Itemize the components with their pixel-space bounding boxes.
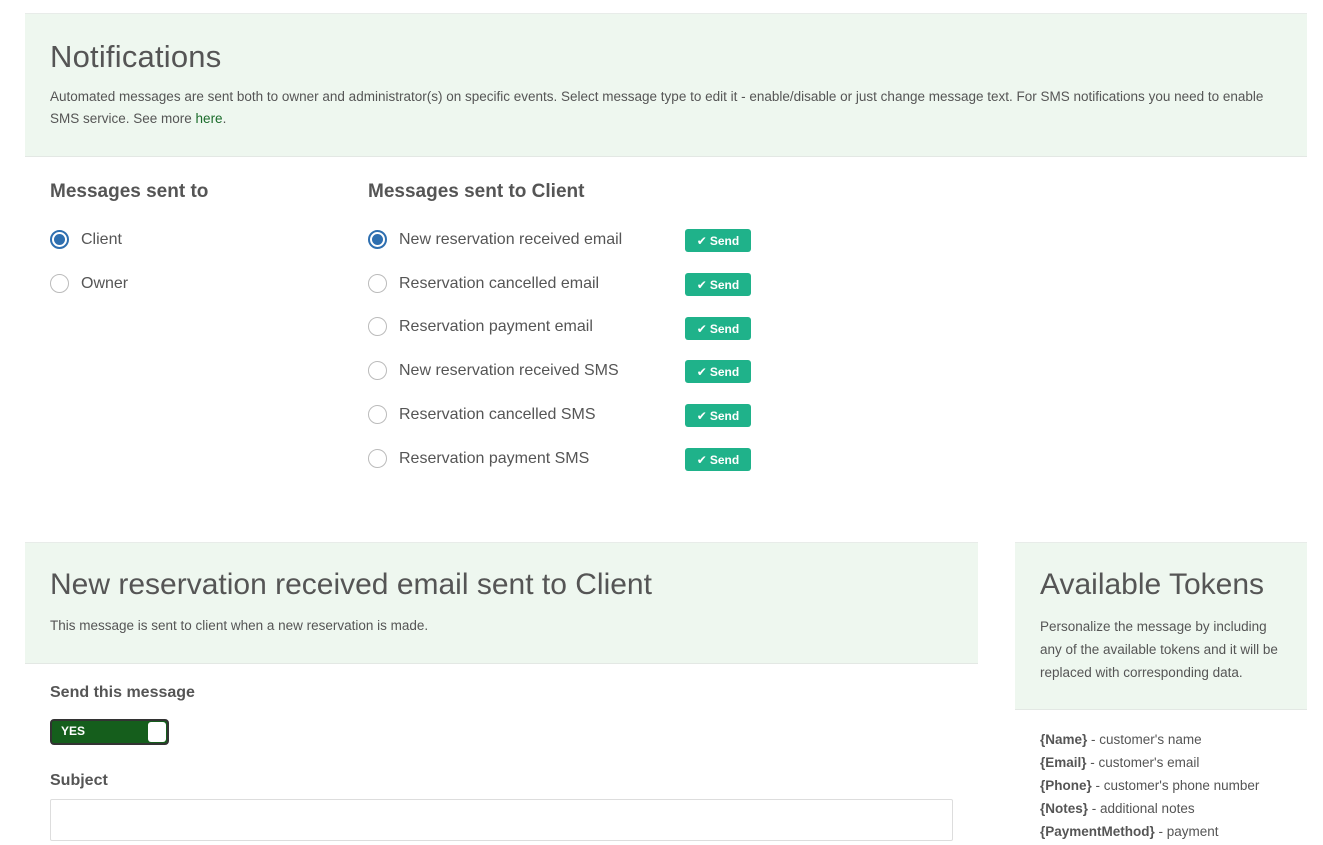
toggle-value: YES <box>61 724 86 738</box>
description-text: Automated messages are sent both to owne… <box>50 89 1264 126</box>
check-icon: ✔ <box>696 277 707 292</box>
send-status-badge: ✔ Send <box>685 360 751 383</box>
description-end: . <box>222 111 227 126</box>
badge-label: Send <box>709 408 740 423</box>
recipients-heading: Messages sent to <box>50 181 209 202</box>
notifications-header-panel: Notifications Automated messages are sen… <box>25 13 1307 157</box>
token-name: {PaymentMethod} <box>1040 824 1155 839</box>
radio-unselected-icon[interactable] <box>368 449 387 468</box>
radio-unselected-icon[interactable] <box>368 274 387 293</box>
send-status-badge: ✔ Send <box>685 404 751 427</box>
token-item: {Phone} - customer's phone number <box>1040 776 1259 799</box>
message-editor-header: New reservation received email sent to C… <box>25 542 978 664</box>
check-icon: ✔ <box>696 321 707 336</box>
token-item: {Email} - customer's email <box>1040 753 1259 776</box>
message-option-new-reservation-email[interactable]: New reservation received email <box>368 230 622 249</box>
recipient-label: Client <box>81 230 122 248</box>
badge-label: Send <box>709 233 740 248</box>
token-desc: - customer's name <box>1087 732 1202 747</box>
editor-description: This message is sent to client when a ne… <box>50 618 429 633</box>
token-desc: - customer's phone number <box>1091 778 1260 793</box>
send-status-badge: ✔ Send <box>685 448 751 471</box>
token-desc: - payment <box>1154 824 1219 839</box>
message-option-reservation-cancelled-sms[interactable]: Reservation cancelled SMS <box>368 405 596 424</box>
message-label: Reservation cancelled SMS <box>399 405 596 423</box>
message-option-reservation-payment-sms[interactable]: Reservation payment SMS <box>368 449 589 468</box>
send-status-badge: ✔ Send <box>685 229 751 252</box>
message-option-reservation-cancelled-email[interactable]: Reservation cancelled email <box>368 274 599 293</box>
see-more-link[interactable]: here <box>196 111 223 126</box>
message-label: Reservation payment SMS <box>399 449 590 467</box>
check-icon: ✔ <box>696 452 707 467</box>
toggle-knob[interactable] <box>148 722 166 742</box>
message-label: New reservation received SMS <box>399 361 619 379</box>
token-desc: - additional notes <box>1088 801 1195 816</box>
token-name: {Phone} <box>1040 778 1092 793</box>
token-item: {Name} - customer's name <box>1040 730 1259 753</box>
subject-label: Subject <box>50 772 108 789</box>
message-option-reservation-payment-email[interactable]: Reservation payment email <box>368 317 593 336</box>
tokens-description: Personalize the message by including any… <box>1040 619 1278 680</box>
check-icon: ✔ <box>696 364 707 379</box>
recipient-label: Owner <box>81 274 129 292</box>
badge-label: Send <box>709 321 740 336</box>
radio-unselected-icon[interactable] <box>368 405 387 424</box>
token-name: {Notes} <box>1040 801 1089 816</box>
token-name: {Email} <box>1040 755 1087 770</box>
tokens-title: Available Tokens <box>1040 568 1265 601</box>
radio-selected-icon[interactable] <box>368 230 387 249</box>
radio-unselected-icon[interactable] <box>368 361 387 380</box>
page-title: Notifications <box>50 39 222 74</box>
badge-label: Send <box>709 452 740 467</box>
message-label: Reservation payment email <box>399 317 593 335</box>
subject-input[interactable] <box>50 799 953 841</box>
check-icon: ✔ <box>696 408 707 423</box>
recipient-option-owner[interactable]: Owner <box>50 274 128 293</box>
radio-unselected-icon[interactable] <box>368 317 387 336</box>
token-list: {Name} - customer's name {Email} - custo… <box>1040 730 1259 845</box>
token-desc: - customer's email <box>1086 755 1200 770</box>
tokens-header: Available Tokens Personalize the message… <box>1015 542 1307 710</box>
recipient-option-client[interactable]: Client <box>50 230 122 249</box>
check-icon: ✔ <box>696 233 707 248</box>
token-name: {Name} <box>1040 732 1088 747</box>
badge-label: Send <box>709 277 740 292</box>
page-description: Automated messages are sent both to owne… <box>50 86 1290 130</box>
token-item: {PaymentMethod} - payment <box>1040 822 1259 845</box>
message-label: Reservation cancelled email <box>399 274 600 292</box>
message-label: New reservation received email <box>399 230 623 248</box>
message-option-new-reservation-sms[interactable]: New reservation received SMS <box>368 361 619 380</box>
messages-heading: Messages sent to Client <box>368 181 585 202</box>
radio-unselected-icon[interactable] <box>50 274 69 293</box>
token-item: {Notes} - additional notes <box>1040 799 1259 822</box>
send-status-badge: ✔ Send <box>685 317 751 340</box>
send-message-toggle[interactable]: YES <box>50 719 169 745</box>
send-message-label: Send this message <box>50 684 195 701</box>
badge-label: Send <box>709 364 740 379</box>
editor-title: New reservation received email sent to C… <box>50 568 652 601</box>
send-status-badge: ✔ Send <box>685 273 751 296</box>
radio-selected-icon[interactable] <box>50 230 69 249</box>
